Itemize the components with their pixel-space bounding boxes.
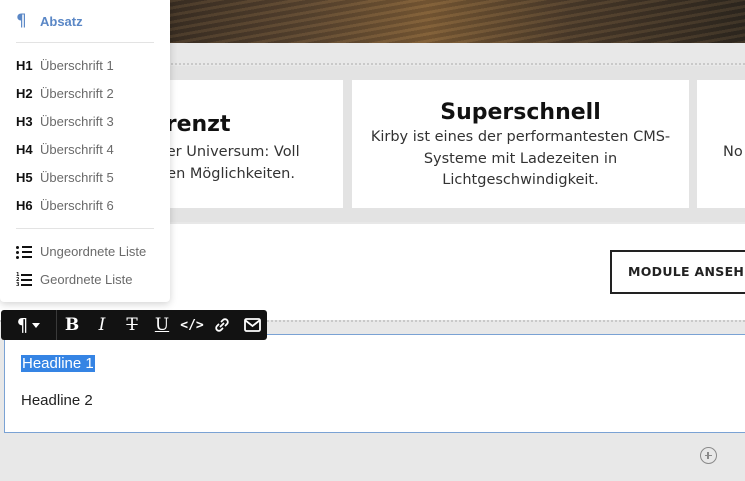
paragraph-style-menu: ¶ Absatz H1 Überschrift 1 H2 Überschrift… xyxy=(0,0,170,302)
menu-item-h4[interactable]: H4 Überschrift 4 xyxy=(16,142,114,157)
email-button[interactable] xyxy=(237,310,267,340)
link-icon xyxy=(215,318,229,332)
feature-card: No xyxy=(697,80,745,208)
add-block-icon[interactable] xyxy=(700,447,717,464)
email-icon xyxy=(243,318,261,332)
menu-item-label: Überschrift 6 xyxy=(40,198,114,213)
card-text: No xyxy=(723,144,743,160)
heading-key: H2 xyxy=(16,86,33,101)
heading-key: H3 xyxy=(16,114,33,129)
card-text: chen Möglichkeiten. xyxy=(150,166,295,182)
pilcrow-icon: ¶ xyxy=(16,11,27,31)
menu-item-unordered-list[interactable]: Ungeordnete Liste xyxy=(16,244,146,259)
bold-button[interactable]: B xyxy=(57,310,87,340)
heading-key: H6 xyxy=(16,198,33,213)
menu-item-h2[interactable]: H2 Überschrift 2 xyxy=(16,86,114,101)
text-editor[interactable]: Headline 1 Headline 2 xyxy=(4,334,745,433)
menu-divider xyxy=(16,228,154,229)
link-button[interactable] xyxy=(207,310,237,340)
menu-item-label: Überschrift 2 xyxy=(40,86,114,101)
menu-item-label: Überschrift 3 xyxy=(40,114,114,129)
format-toolbar: ¶ B I T U </> xyxy=(1,310,267,340)
code-button[interactable]: </> xyxy=(177,310,207,340)
pilcrow-icon: ¶ xyxy=(16,314,29,336)
strikethrough-button[interactable]: T xyxy=(117,310,147,340)
menu-item-label: Absatz xyxy=(40,13,83,29)
hero-image xyxy=(168,0,745,43)
card-text: Kirby ist eines der performantesten CMS-… xyxy=(370,129,671,188)
ordered-list-icon: 1 2 3 xyxy=(16,272,40,287)
feature-card: Superschnell Kirby ist eines der perform… xyxy=(352,80,689,208)
editor-line[interactable]: Headline 2 xyxy=(21,391,93,411)
module-button[interactable]: MODULE ANSEHE xyxy=(610,250,745,294)
menu-item-h1[interactable]: H1 Überschrift 1 xyxy=(16,58,114,73)
menu-item-label: Überschrift 1 xyxy=(40,58,114,73)
menu-item-label: Ungeordnete Liste xyxy=(40,244,147,259)
menu-divider xyxy=(16,42,154,43)
menu-item-h5[interactable]: H5 Überschrift 5 xyxy=(16,170,114,185)
menu-item-h6[interactable]: H6 Überschrift 6 xyxy=(16,198,114,213)
italic-button[interactable]: I xyxy=(87,310,117,340)
selected-text[interactable]: Headline 1 xyxy=(21,355,95,372)
card-text: nser Universum: Voll xyxy=(150,144,300,160)
menu-item-label: Überschrift 4 xyxy=(40,142,114,157)
menu-item-label: Überschrift 5 xyxy=(40,170,114,185)
editor-line[interactable]: Headline 1 xyxy=(21,354,95,374)
chevron-down-icon xyxy=(32,322,41,328)
underline-button[interactable]: U xyxy=(147,310,177,340)
menu-item-label: Geordnete Liste xyxy=(40,272,133,287)
paragraph-dropdown-button[interactable]: ¶ xyxy=(1,310,57,340)
menu-item-paragraph[interactable]: ¶ Absatz xyxy=(16,11,83,31)
menu-item-h3[interactable]: H3 Überschrift 3 xyxy=(16,114,114,129)
card-title: Superschnell xyxy=(440,100,601,125)
heading-key: H1 xyxy=(16,58,33,73)
heading-key: H4 xyxy=(16,142,33,157)
unordered-list-icon xyxy=(16,245,40,259)
heading-key: H5 xyxy=(16,170,33,185)
menu-item-ordered-list[interactable]: 1 2 3 Geordnete Liste xyxy=(16,272,133,287)
